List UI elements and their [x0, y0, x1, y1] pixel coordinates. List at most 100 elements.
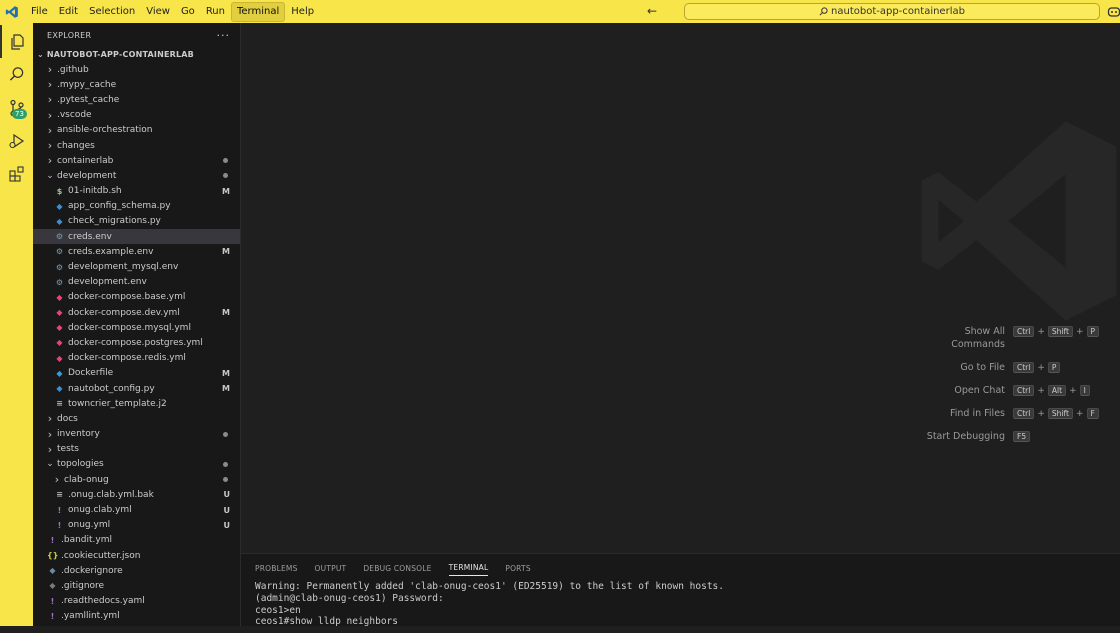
file-item[interactable]: ◆ docker-compose.dev.yml M	[33, 305, 240, 320]
git-status-badge: M	[222, 368, 230, 378]
folder-item[interactable]: ⌄ development	[33, 168, 240, 183]
extensions-icon[interactable]	[0, 157, 33, 190]
key-plus: +	[1037, 408, 1045, 419]
terminal-output[interactable]: Warning: Permanently added 'clab-onug-ce…	[241, 576, 1120, 633]
chevron-right-icon: ›	[54, 473, 60, 487]
folder-item[interactable]: › clab-onug	[33, 472, 240, 487]
item-name: .dockerignore	[61, 565, 123, 576]
keycap: P	[1047, 362, 1061, 373]
file-item[interactable]: ⚙ development.env	[33, 275, 240, 290]
file-item[interactable]: ◆ .gitignore	[33, 578, 240, 593]
menu-file[interactable]: File	[26, 3, 53, 21]
yaml-file-icon: !	[57, 520, 62, 530]
menu-run[interactable]: Run	[201, 3, 230, 21]
item-name: ansible-orchestration	[57, 125, 153, 136]
tab-terminal[interactable]: TERMINAL	[448, 563, 489, 576]
folder-item[interactable]: › containerlab	[33, 153, 240, 168]
file-item[interactable]: ◆ Dockerfile M	[33, 366, 240, 381]
item-name: .cookiecutter.json	[61, 550, 141, 561]
chevron-right-icon: ›	[47, 442, 53, 456]
menu-edit[interactable]: Edit	[54, 3, 83, 21]
folder-item[interactable]: › ansible-orchestration	[33, 123, 240, 138]
item-name: development_mysql.env	[68, 262, 179, 273]
explorer-root-folder[interactable]: ⌄ NAUTOBOT-APP-CONTAINERLAB	[33, 47, 240, 62]
explorer-icon[interactable]	[0, 25, 33, 58]
file-item[interactable]: ≡ .onug.clab.yml.bak U	[33, 487, 240, 502]
back-arrow-icon[interactable]: ←	[644, 3, 660, 19]
yaml-file-icon: !	[57, 505, 62, 515]
more-actions-icon[interactable]: ···	[217, 29, 231, 42]
tab-problems[interactable]: PROBLEMS	[255, 564, 298, 576]
item-name: docker-compose.mysql.yml	[68, 322, 191, 333]
item-name: docs	[57, 413, 78, 424]
item-name: onug.clab.yml	[68, 505, 132, 516]
menu-help[interactable]: Help	[286, 3, 319, 21]
file-item[interactable]: ◆ docker-compose.redis.yml	[33, 351, 240, 366]
file-item[interactable]: ⚙ creds.env	[33, 229, 240, 245]
tab-ports[interactable]: PORTS	[505, 564, 530, 576]
file-item[interactable]: ⚙ creds.example.env M	[33, 244, 240, 259]
item-name: docker-compose.postgres.yml	[68, 337, 203, 348]
file-item[interactable]: ◆ app_config_schema.py	[33, 199, 240, 214]
menu-go[interactable]: Go	[176, 3, 200, 21]
shortcut-label: Find in Files	[949, 408, 1005, 419]
file-item[interactable]: ◆ docker-compose.mysql.yml	[33, 320, 240, 335]
folder-item[interactable]: › .pytest_cache	[33, 92, 240, 107]
menu-selection[interactable]: Selection	[84, 3, 140, 21]
file-item[interactable]: $01-initdb.sh M	[33, 184, 240, 199]
copilot-icon[interactable]	[1107, 4, 1120, 18]
item-name: containerlab	[57, 155, 114, 166]
file-item[interactable]: ! onug.yml U	[33, 518, 240, 533]
text-file-icon: ≡	[56, 490, 63, 500]
file-item[interactable]: ◆ check_migrations.py	[33, 214, 240, 229]
folder-item[interactable]: › inventory	[33, 427, 240, 442]
folder-item[interactable]: ⌄ topologies	[33, 457, 240, 472]
run-debug-icon[interactable]	[0, 124, 33, 157]
shortcut-hints: Show All Commands Ctrl + Shift + P Go to File C…	[901, 325, 1101, 453]
command-center[interactable]: nautobot-app-containerlab	[684, 3, 1100, 20]
key-plus: +	[1037, 385, 1045, 396]
file-item[interactable]: ! .readthedocs.yaml	[33, 594, 240, 609]
keycap: Shift	[1047, 408, 1073, 419]
file-item[interactable]: ! .yamllint.yml	[33, 609, 240, 624]
bottom-panel: PROBLEMS OUTPUT DEBUG CONSOLE TERMINAL PORTS…	[241, 553, 1120, 627]
git-status-badge: M	[222, 384, 230, 394]
folder-item[interactable]: › .github	[33, 62, 240, 77]
file-item[interactable]: {} .cookiecutter.json	[33, 548, 240, 563]
folder-item[interactable]: › .mypy_cache	[33, 77, 240, 92]
source-control-icon[interactable]: 73	[0, 91, 33, 124]
item-name: tests	[57, 444, 79, 455]
chevron-right-icon: ›	[47, 78, 53, 92]
menu-terminal[interactable]: Terminal	[231, 1, 286, 22]
item-name: clab-onug	[64, 474, 109, 485]
file-item[interactable]: ! .bandit.yml	[33, 533, 240, 548]
file-item[interactable]: ◆ .dockerignore	[33, 563, 240, 578]
file-item[interactable]: ⚙ development_mysql.env	[33, 259, 240, 274]
shortcut-keys: Ctrl + Alt + I	[1013, 384, 1090, 396]
item-name: check_migrations.py	[68, 216, 161, 227]
item-name: 01-initdb.sh	[68, 186, 122, 197]
menu-view[interactable]: View	[141, 3, 175, 21]
tab-debug-console[interactable]: DEBUG CONSOLE	[363, 564, 431, 576]
file-item[interactable]: ◆ docker-compose.postgres.yml	[33, 335, 240, 350]
folder-item[interactable]: › .vscode	[33, 108, 240, 123]
keycap: Ctrl	[1013, 408, 1035, 419]
tab-output[interactable]: OUTPUT	[315, 564, 347, 576]
chevron-right-icon: ›	[47, 108, 53, 122]
folder-item[interactable]: › tests	[33, 442, 240, 457]
activity-bar: 73	[0, 23, 33, 626]
editor-area: Show All Commands Ctrl + Shift + P Go to File C…	[241, 23, 1120, 553]
folder-item[interactable]: › changes	[33, 138, 240, 153]
file-item[interactable]: ≡ towncrier_template.j2	[33, 396, 240, 411]
keycap: F	[1086, 408, 1099, 419]
panel-tabs: PROBLEMS OUTPUT DEBUG CONSOLE TERMINAL PORTS	[241, 554, 1120, 576]
search-icon[interactable]	[0, 58, 33, 91]
docker-compose-icon: ◆	[56, 292, 63, 302]
keycap: I	[1079, 385, 1090, 396]
file-item[interactable]: ◆ nautobot_config.py M	[33, 381, 240, 396]
folder-item[interactable]: › docs	[33, 411, 240, 426]
shortcut-keys: Ctrl + Shift + F	[1013, 407, 1099, 419]
file-item[interactable]: ◆ docker-compose.base.yml	[33, 290, 240, 305]
file-item[interactable]: ! onug.clab.yml U	[33, 502, 240, 517]
git-file-icon: ◆	[49, 581, 56, 591]
